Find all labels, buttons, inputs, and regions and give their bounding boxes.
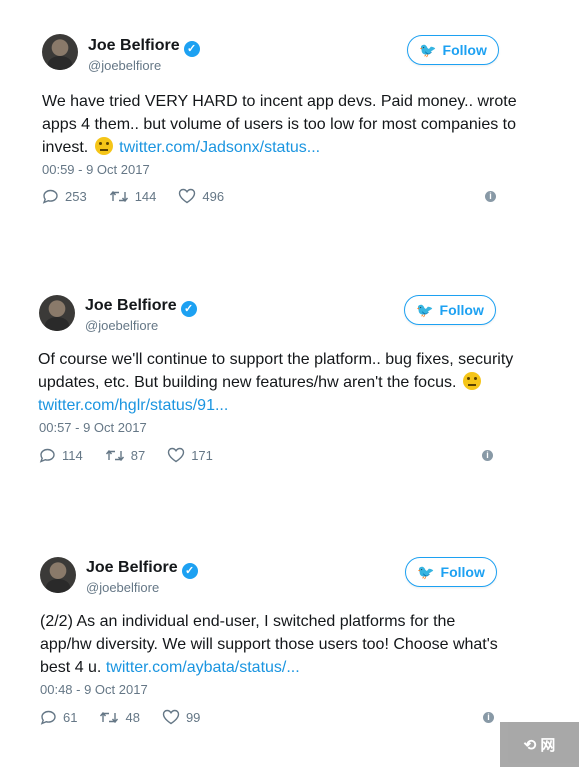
info-icon[interactable]: i [483,712,494,723]
author-handle[interactable]: @joebelfiore [86,580,159,595]
watermark-logo: ⟲ 网 [500,722,579,767]
tweet-actions: 61 48 99 [40,709,222,725]
twitter-bird-icon: 🐦 [417,563,435,580]
tweet-text: (2/2) As an individual end-user, I switc… [40,613,498,676]
tweet-card: Joe Belfiore ✓ @joebelfiore 🐦 Follow (2/2… [0,0,579,767]
follow-button[interactable]: 🐦 Follow [405,557,497,587]
like-button[interactable]: 99 [162,709,200,725]
tweet-link[interactable]: twitter.com/aybata/status/... [106,659,300,676]
retweet-button[interactable]: 48 [99,710,140,725]
avatar[interactable] [40,557,76,593]
reply-button[interactable]: 61 [40,710,77,725]
tweet-timestamp[interactable]: 00:48 - 9 Oct 2017 [40,682,148,697]
author-name[interactable]: Joe Belfiore ✓ [86,559,198,579]
heart-icon [162,709,180,725]
verified-badge-icon: ✓ [181,563,198,579]
retweet-icon [100,711,119,723]
reply-icon [40,710,56,725]
